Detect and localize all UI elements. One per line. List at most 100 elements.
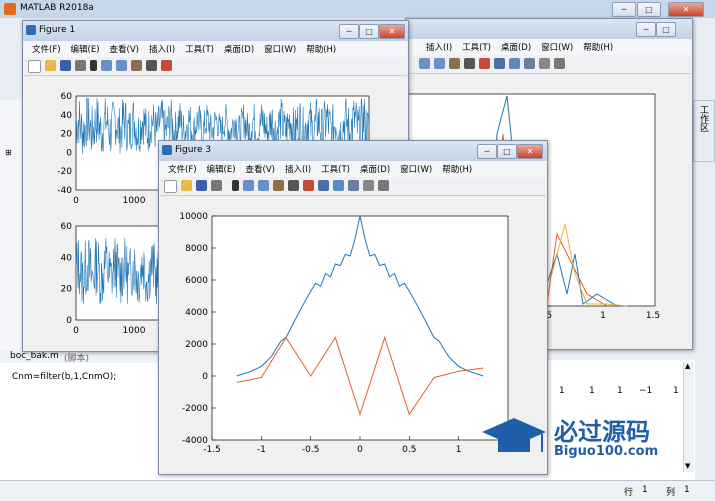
- zoom-in-icon[interactable]: [419, 58, 430, 69]
- fig2-maximize-button[interactable]: □: [656, 22, 676, 37]
- fig1-close-button[interactable]: ✕: [379, 24, 405, 39]
- fig1-ytick: 20: [61, 285, 73, 295]
- hide-tools-icon[interactable]: [363, 180, 374, 191]
- fig1-minimize-button[interactable]: ─: [339, 24, 359, 39]
- show-tools-icon[interactable]: [378, 180, 389, 191]
- fig1-menu-insert[interactable]: 插入(I): [144, 41, 180, 57]
- pan-icon[interactable]: [131, 60, 142, 71]
- data-cursor-icon[interactable]: [161, 60, 172, 71]
- matlab-title-bar: MATLAB R2018a ─ □ ✕: [0, 0, 715, 19]
- legend-icon[interactable]: [524, 58, 535, 69]
- fig3-close-button[interactable]: ✕: [517, 144, 543, 159]
- close-button[interactable]: ✕: [668, 2, 704, 17]
- fig1-menu-edit[interactable]: 编辑(E): [66, 41, 105, 57]
- figure-3-toolbar: [160, 177, 546, 196]
- fig1-xtick: 1000: [123, 196, 146, 206]
- fig1-ytick: 60: [61, 92, 73, 102]
- maximize-button[interactable]: □: [637, 2, 661, 17]
- minimize-button[interactable]: ─: [612, 2, 636, 17]
- fig1-maximize-button[interactable]: □: [359, 24, 379, 39]
- figure-3-title-bar[interactable]: Figure 3 ─ □ ✕: [159, 141, 547, 161]
- fig3-maximize-button[interactable]: □: [497, 144, 517, 159]
- legend-icon[interactable]: [348, 180, 359, 191]
- fig3-axes-box: [211, 215, 509, 441]
- figure-3-menubar: 文件(F) 编辑(E) 查看(V) 插入(I) 工具(T) 桌面(D) 窗口(W) 帮助(H): [160, 161, 546, 177]
- fig1-menu-view[interactable]: 查看(V): [105, 41, 144, 57]
- hide-tools-icon[interactable]: [539, 58, 550, 69]
- pointer-icon[interactable]: [232, 180, 239, 191]
- output-value: 1: [617, 386, 623, 396]
- fig3-menu-view[interactable]: 查看(V): [241, 161, 280, 177]
- status-bar: 行 1 列 1: [0, 480, 715, 501]
- zoom-out-icon[interactable]: [434, 58, 445, 69]
- file-name: boc_bak.m: [10, 351, 59, 361]
- save-icon[interactable]: [60, 60, 71, 71]
- open-icon[interactable]: [181, 180, 192, 191]
- fig3-ytick-label: 2000: [185, 340, 208, 350]
- fig1-menu-desktop[interactable]: 桌面(D): [219, 41, 259, 57]
- data-cursor-icon[interactable]: [479, 58, 490, 69]
- fig3-menu-desktop[interactable]: 桌面(D): [355, 161, 395, 177]
- scroll-up-icon[interactable]: ▲: [685, 362, 690, 370]
- pan-icon[interactable]: [273, 180, 284, 191]
- print-icon[interactable]: [211, 180, 222, 191]
- scroll-down-icon[interactable]: ▼: [685, 462, 690, 470]
- new-figure-icon[interactable]: [164, 180, 177, 193]
- show-tools-icon[interactable]: [554, 58, 565, 69]
- fig3-xtick-label: 0.5: [402, 445, 416, 455]
- open-icon[interactable]: [45, 60, 56, 71]
- figure-1-menubar: 文件(F) 编辑(E) 查看(V) 插入(I) 工具(T) 桌面(D) 窗口(W) 帮助(H): [24, 41, 407, 57]
- fig1-menu-help[interactable]: 帮助(H): [301, 41, 341, 57]
- colorbar-icon[interactable]: [333, 180, 344, 191]
- fig2-menu-desktop[interactable]: 桌面(D): [496, 39, 536, 55]
- rotate-icon[interactable]: [464, 58, 475, 69]
- fig3-menu-insert[interactable]: 插入(I): [280, 161, 316, 177]
- fig2-menu-insert[interactable]: 插入(I): [421, 39, 457, 55]
- zoom-out-icon[interactable]: [116, 60, 127, 71]
- figure-2-title-bar[interactable]: ─ □: [406, 19, 692, 39]
- zoom-out-icon[interactable]: [258, 180, 269, 191]
- fig2-menu-help[interactable]: 帮助(H): [578, 39, 618, 55]
- print-icon[interactable]: [75, 60, 86, 71]
- fig1-menu-window[interactable]: 窗口(W): [259, 41, 301, 57]
- vertical-scrollbar[interactable]: ▲ ▼: [683, 362, 694, 472]
- save-icon[interactable]: [196, 180, 207, 191]
- fig3-menu-tools[interactable]: 工具(T): [316, 161, 355, 177]
- new-figure-icon[interactable]: [28, 60, 41, 73]
- link-icon[interactable]: [494, 58, 505, 69]
- fig3-ytick-label: 4000: [185, 308, 208, 318]
- figure-icon: [162, 145, 172, 155]
- fig2-minimize-button[interactable]: ─: [636, 22, 656, 37]
- fig1-menu-file[interactable]: 文件(F): [27, 41, 66, 57]
- fig3-menu-help[interactable]: 帮助(H): [437, 161, 477, 177]
- zoom-in-icon[interactable]: [101, 60, 112, 71]
- workspace-tab[interactable]: 工作区: [693, 100, 715, 162]
- figure-1-title-bar[interactable]: Figure 1 ─ □ ✕: [23, 21, 408, 41]
- pan-icon[interactable]: [449, 58, 460, 69]
- colorbar-icon[interactable]: [509, 58, 520, 69]
- fig3-ytick-label: -2000: [182, 404, 208, 414]
- rotate-icon[interactable]: [288, 180, 299, 191]
- rotate-icon[interactable]: [146, 60, 157, 71]
- fig2-menu-window[interactable]: 窗口(W): [536, 39, 578, 55]
- watermark-text: 必过源码: [554, 418, 650, 446]
- fig3-xtick-label: -0.5: [302, 445, 320, 455]
- fig3-menu-edit[interactable]: 编辑(E): [202, 161, 241, 177]
- fig3-ytick-label: 6000: [185, 276, 208, 286]
- file-suffix: (脚本): [64, 354, 90, 364]
- fig2-menu-tools[interactable]: 工具(T): [457, 39, 496, 55]
- data-cursor-icon[interactable]: [303, 180, 314, 191]
- link-icon[interactable]: [318, 180, 329, 191]
- matlab-logo-icon: [4, 3, 16, 15]
- fig3-menu-file[interactable]: 文件(F): [163, 161, 202, 177]
- pointer-icon[interactable]: [90, 60, 97, 71]
- fig1-menu-tools[interactable]: 工具(T): [180, 41, 219, 57]
- fig1-ytick: -40: [57, 186, 72, 196]
- expand-icon[interactable]: ⊞: [5, 148, 12, 157]
- fig3-minimize-button[interactable]: ─: [477, 144, 497, 159]
- watermark-logo: 必过源码 Biguo100.com: [478, 412, 678, 462]
- fig3-menu-window[interactable]: 窗口(W): [395, 161, 437, 177]
- zoom-in-icon[interactable]: [243, 180, 254, 191]
- figure-2-menubar: 插入(I) 工具(T) 桌面(D) 窗口(W) 帮助(H): [407, 39, 691, 55]
- row-label: 行: [624, 488, 634, 498]
